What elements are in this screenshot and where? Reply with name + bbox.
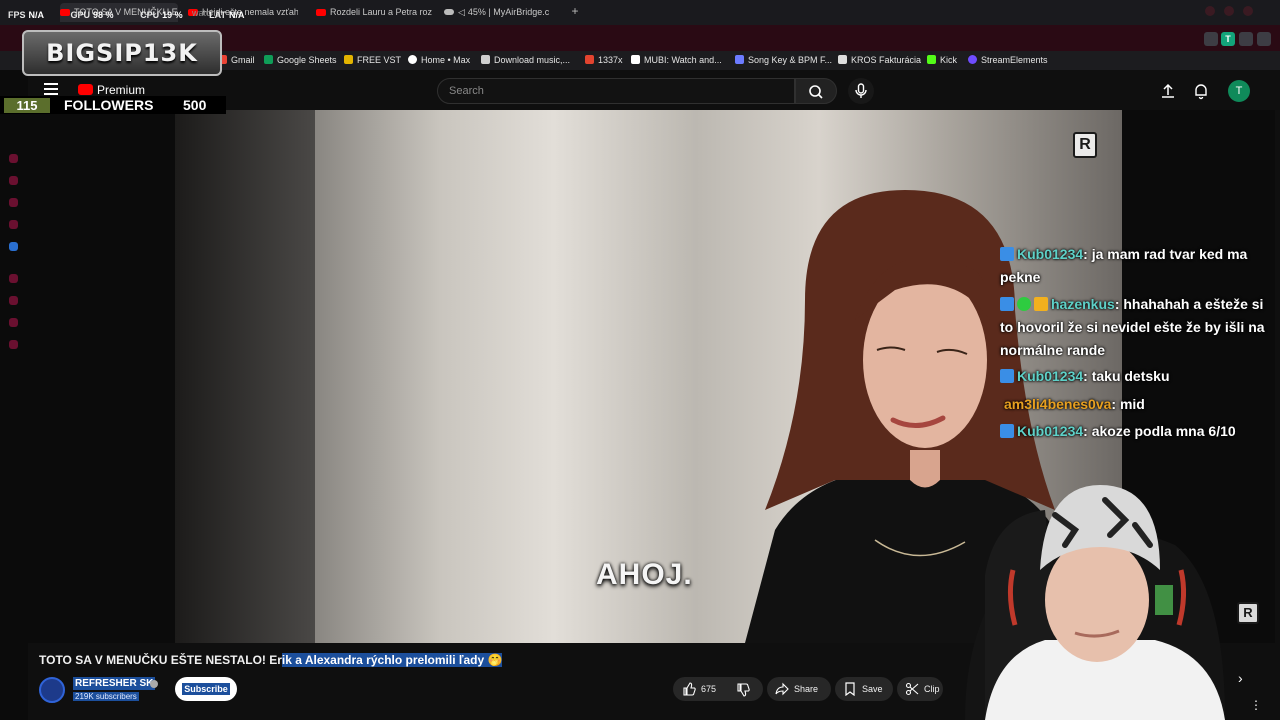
share-icon xyxy=(775,682,789,696)
profile-avatar[interactable]: T xyxy=(1221,32,1235,46)
bookmark-google-sheets[interactable]: Google Sheets xyxy=(264,54,337,67)
side-app-icon[interactable] xyxy=(9,340,18,349)
chat-badge-icon xyxy=(1000,369,1014,383)
side-app-icon[interactable] xyxy=(9,176,18,185)
sheets-icon xyxy=(264,55,273,64)
dislike-icon[interactable] xyxy=(736,683,750,697)
chat-message: am3li4benes0va: mid xyxy=(1004,396,1145,412)
follower-goal-target: 500 xyxy=(183,97,207,113)
download-music-icon xyxy=(481,55,490,64)
background-curtain xyxy=(175,110,315,643)
maximize-icon[interactable] xyxy=(1224,6,1234,16)
verified-badge-icon xyxy=(150,680,158,688)
scissors-icon xyxy=(905,682,919,696)
follower-count: 115 xyxy=(4,98,50,113)
browser-tab[interactable]: ◁ 45% | MyAirBridge.c xyxy=(444,3,560,22)
like-count[interactable]: 675 xyxy=(701,677,716,701)
clip-button[interactable]: Clip xyxy=(897,677,943,701)
share-button[interactable]: Share xyxy=(767,677,831,701)
webcam-image xyxy=(965,485,1225,720)
video-title: TOTO SA V MENUČKU EŠTE NESTALO! Erik a A… xyxy=(39,653,503,667)
video-subtitle: AHOJ. xyxy=(596,558,693,591)
chat-badge-icon xyxy=(1000,247,1014,261)
streamer-logo: BIGSIP13K xyxy=(22,30,222,76)
side-app-icon[interactable] xyxy=(9,274,18,283)
follower-goal-label: FOLLOWERS xyxy=(64,97,154,113)
subscribe-button[interactable]: Subscribe xyxy=(175,677,237,701)
cloud-icon xyxy=(444,9,454,15)
1337x-icon xyxy=(585,55,594,64)
chat-message: Kub01234: ja mam rad tvar ked ma pekne xyxy=(1000,246,1248,285)
bookmark-icon xyxy=(845,682,855,696)
like-dislike-group: 675 xyxy=(673,677,763,701)
side-app-icon[interactable] xyxy=(9,154,18,163)
minimize-icon[interactable] xyxy=(1205,6,1215,16)
bookmark-streamelements[interactable]: StreamElements xyxy=(968,54,1048,67)
notifications-bell-icon[interactable] xyxy=(1192,82,1210,100)
streamelements-icon xyxy=(968,55,977,64)
download-icon[interactable] xyxy=(1239,32,1253,46)
chat-badge-icon xyxy=(1000,297,1014,311)
side-app-icon[interactable] xyxy=(9,198,18,207)
microphone-icon xyxy=(855,83,867,98)
bookmark-kros[interactable]: KROS Fakturácia xyxy=(838,54,921,67)
side-app-icon[interactable] xyxy=(9,242,18,251)
chevron-right-icon[interactable]: › xyxy=(1238,670,1243,686)
bookmark-song-key[interactable]: Song Key & BPM F... xyxy=(735,54,832,67)
mubi-icon xyxy=(631,55,640,64)
bookmark-free-vst[interactable]: FREE VST xyxy=(344,54,401,67)
hamburger-menu-icon[interactable] xyxy=(44,83,58,95)
channel-avatar[interactable] xyxy=(39,677,65,703)
sparkle-badge-icon xyxy=(1017,297,1031,311)
chat-badge-icon xyxy=(1000,424,1014,438)
folder-icon xyxy=(344,55,353,64)
mute-icon: ◁ xyxy=(458,7,465,17)
bookmark-gmail[interactable]: Gmail xyxy=(218,54,255,67)
left-side-panel xyxy=(0,70,28,720)
channel-name[interactable]: REFRESHER SK xyxy=(73,677,156,690)
side-app-icon[interactable] xyxy=(9,220,18,229)
max-icon xyxy=(408,55,417,64)
bookmark-download-music[interactable]: Download music,... xyxy=(481,54,570,67)
browser-menu-icon[interactable] xyxy=(1257,32,1271,46)
like-icon[interactable] xyxy=(682,682,696,696)
streamer-webcam xyxy=(925,455,1280,720)
bookmark-1337x[interactable]: 1337x xyxy=(585,54,623,67)
upload-icon[interactable] xyxy=(1159,82,1177,100)
chat-message: hazenkus: hhahahah a ešteže si to hovori… xyxy=(1000,296,1265,358)
search-icon xyxy=(809,85,823,99)
youtube-premium-logo[interactable]: Premium xyxy=(78,83,145,97)
channel-watermark-icon[interactable]: R xyxy=(1073,132,1097,158)
crown-badge-icon xyxy=(1034,297,1048,311)
song-key-icon xyxy=(735,55,744,64)
account-avatar[interactable]: T xyxy=(1228,80,1250,102)
close-icon[interactable] xyxy=(1243,6,1253,16)
side-app-icon[interactable] xyxy=(9,318,18,327)
new-tab-button[interactable]: + xyxy=(568,4,582,18)
youtube-icon xyxy=(78,84,93,95)
kros-icon xyxy=(838,55,847,64)
extensions-icon[interactable] xyxy=(1204,32,1218,46)
bookmark-kick[interactable]: Kick xyxy=(927,54,957,67)
search-button[interactable] xyxy=(795,78,837,104)
search-input[interactable]: Search xyxy=(437,78,795,104)
bookmark-home-max[interactable]: Home • Max xyxy=(408,54,470,67)
youtube-icon xyxy=(316,9,326,16)
voice-search-button[interactable] xyxy=(848,78,874,104)
side-app-icon[interactable] xyxy=(9,296,18,305)
save-button[interactable]: Save xyxy=(835,677,893,701)
browser-tab[interactable]: Rozdeli Lauru a Petra rozd xyxy=(316,3,432,22)
subscriber-count: 219K subscribers xyxy=(73,692,139,701)
chat-message: Kub01234: akoze podla mna 6/10 xyxy=(1000,420,1278,443)
more-options-icon[interactable]: ⋮ xyxy=(1250,698,1262,712)
kick-icon xyxy=(927,55,936,64)
bookmark-mubi[interactable]: MUBI: Watch and... xyxy=(631,54,722,67)
performance-stats-overlay: FPS N/A GPU 98 % CPU 19 % LAT N/A xyxy=(8,10,245,20)
chat-message: Kub01234: taku detsku xyxy=(1000,365,1278,388)
